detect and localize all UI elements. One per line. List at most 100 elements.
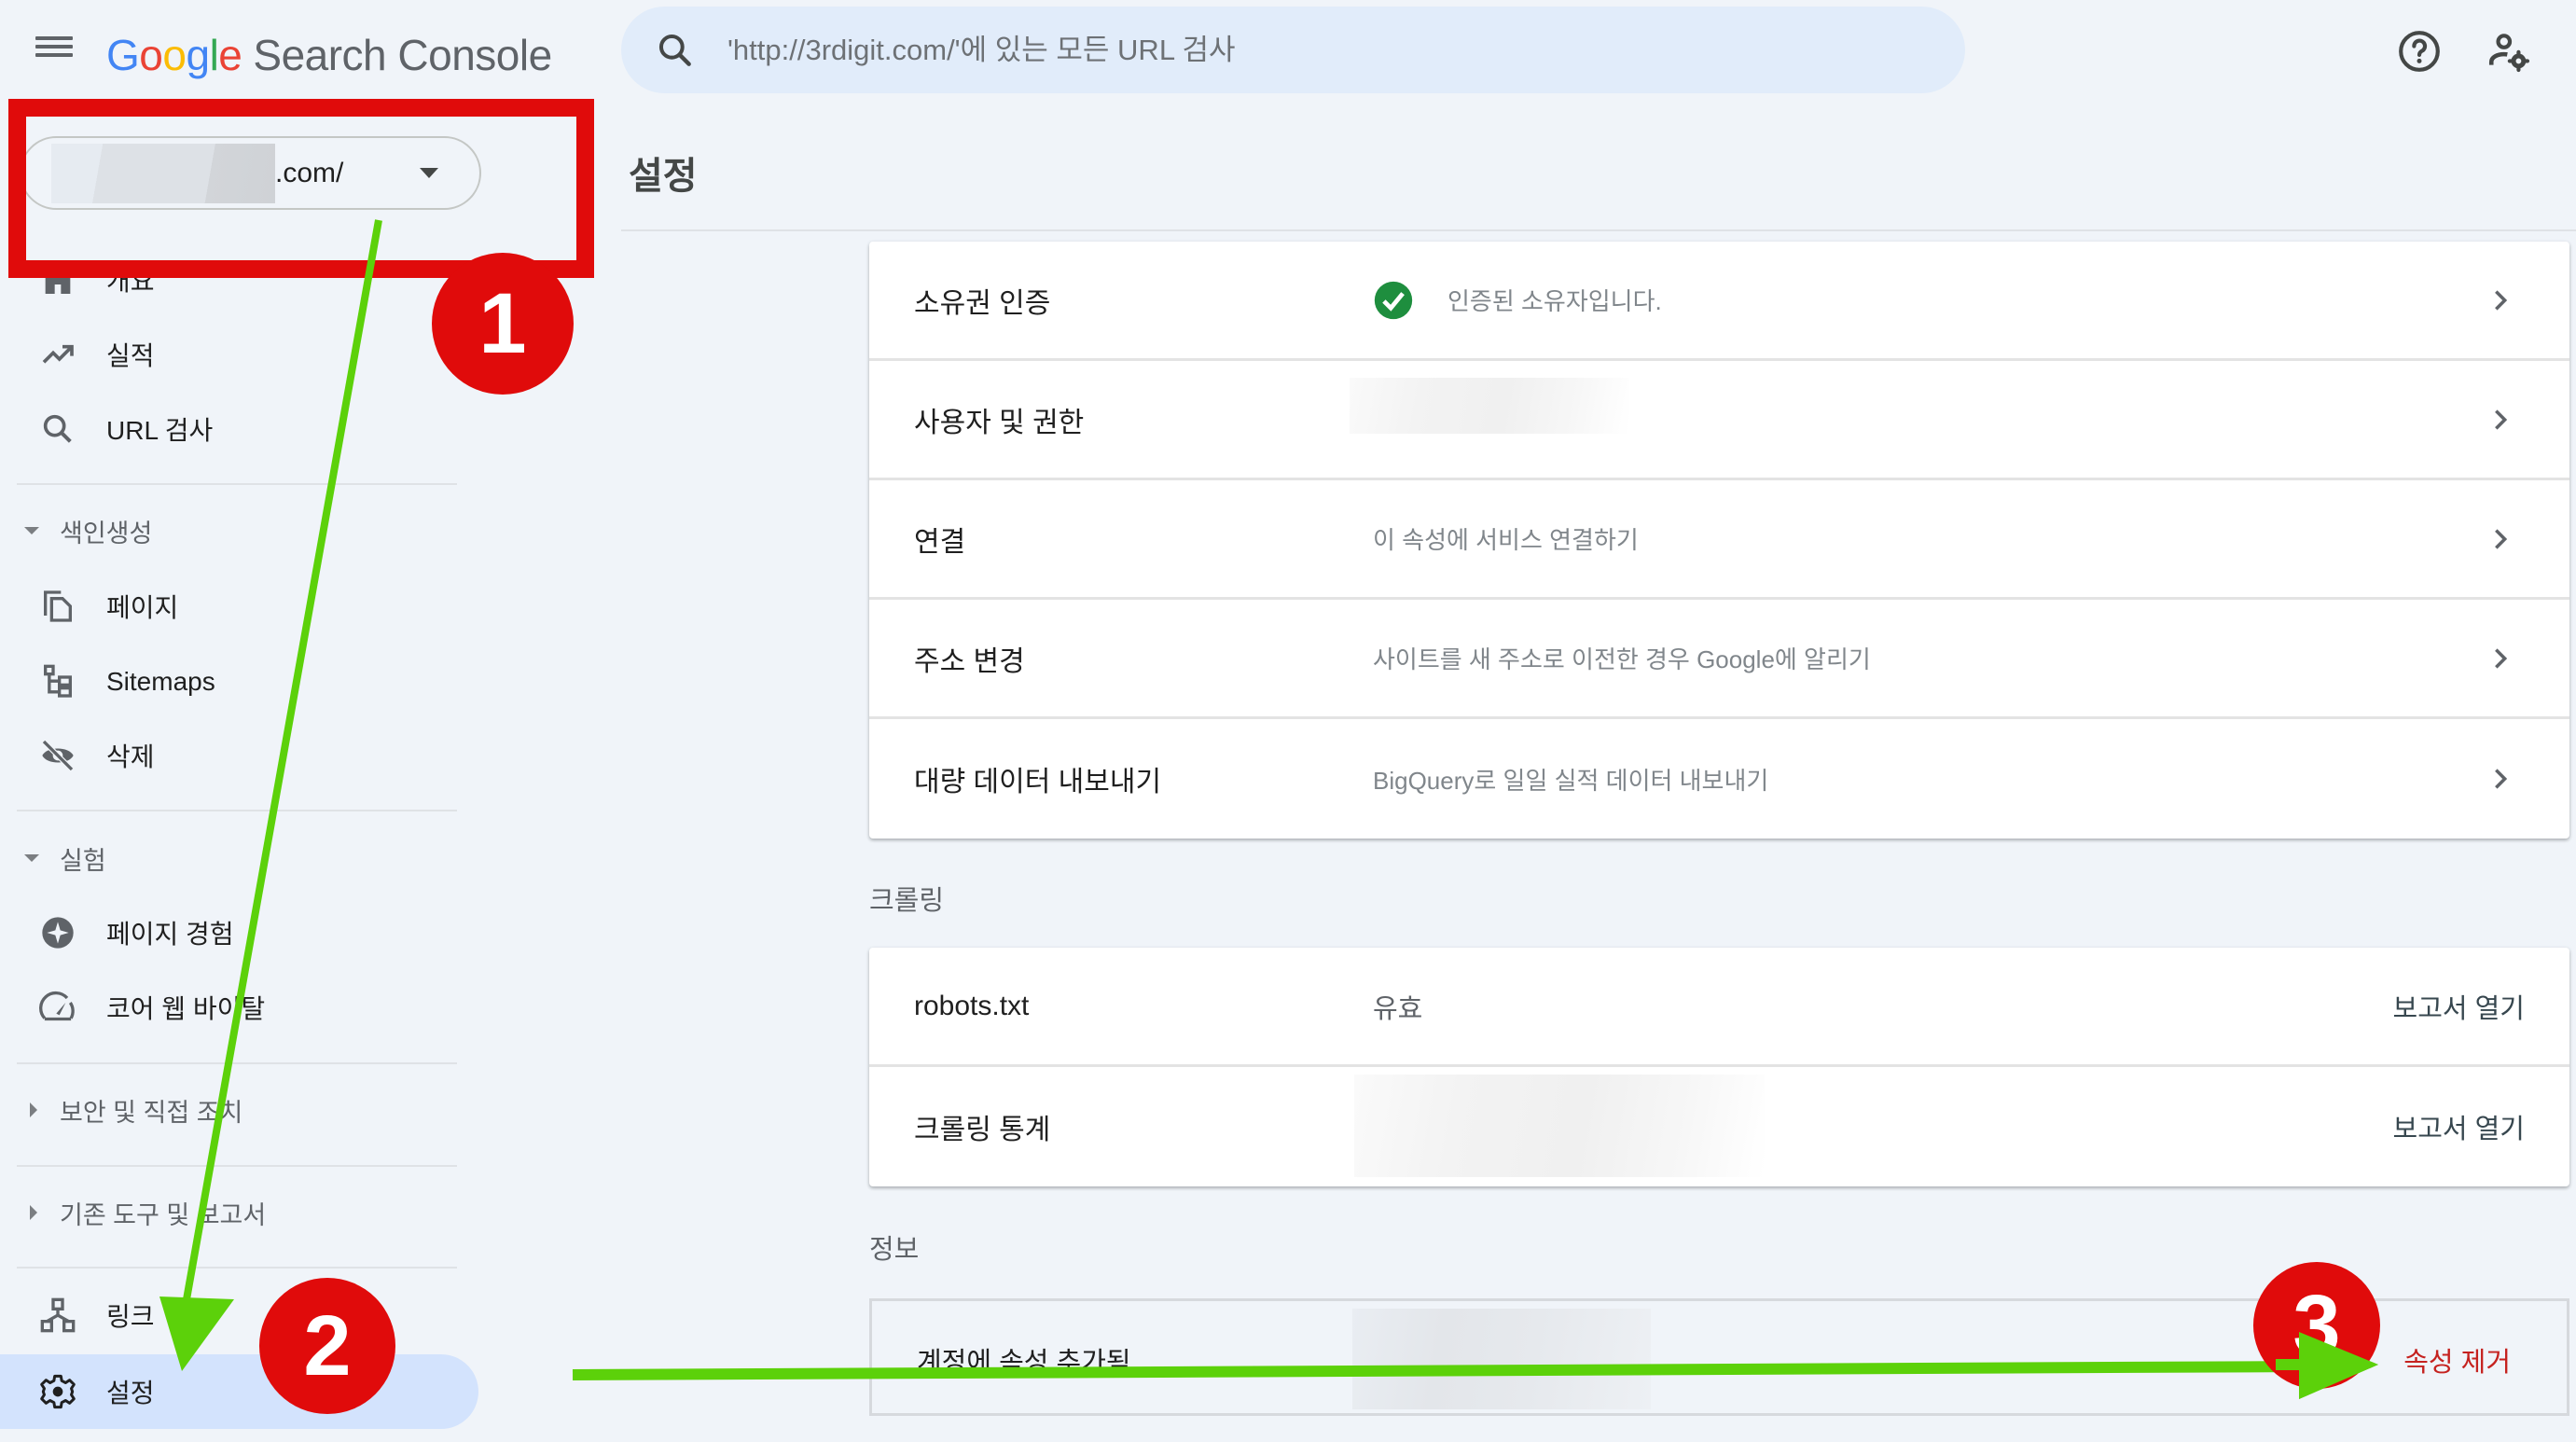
sidebar-item-label: 페이지	[106, 593, 179, 622]
settings-row-crawl-stats[interactable]: 크롤링 통계 보고서 열기	[869, 1067, 2569, 1186]
trending-up-icon	[42, 344, 74, 364]
page-title: 설정	[629, 156, 698, 197]
settings-row-robots-txt[interactable]: robots.txt 유효 보고서 열기	[869, 948, 2569, 1067]
settings-row-ownership-verification[interactable]: 소유권 인증 인증된 소유자입니다.	[869, 242, 2569, 361]
logo-letter: o	[162, 31, 187, 79]
logo-letter: g	[186, 31, 210, 79]
chevron-right-icon	[2495, 289, 2508, 311]
sidebar-item-label: 삭제	[106, 742, 155, 771]
expand-more-icon	[30, 1102, 37, 1117]
settings-gear-icon	[40, 1374, 76, 1409]
sidebar-item-page-experience[interactable]: 페이지 경험	[17, 895, 478, 970]
help-circle-icon[interactable]	[2396, 28, 2443, 75]
redacted-value	[1352, 1309, 1651, 1409]
info-section-heading: 정보	[869, 1235, 920, 1265]
settings-row-change-of-address[interactable]: 주소 변경 사이트를 새 주소로 이전한 경우 Google에 알리기	[869, 600, 2569, 719]
row-value: BigQuery로 일일 실적 데이터 내보내기	[1373, 766, 1769, 795]
section-label: 실험	[60, 846, 106, 875]
sidebar-item-settings[interactable]: 설정	[0, 1354, 478, 1429]
sidebar-item-label: 링크	[106, 1302, 155, 1331]
sidebar-divider	[17, 810, 457, 811]
crawling-section-heading: 크롤링	[869, 886, 945, 916]
row-label: 소유권 인증	[914, 287, 1051, 319]
verification-status: 인증된 소유자입니다.	[1447, 287, 1662, 315]
visibility-off-icon	[41, 739, 75, 772]
annotation-badge-1: 1	[432, 253, 574, 395]
sidebar-item-performance[interactable]: 실적	[17, 317, 478, 392]
sidebar-item-label: 페이지 경험	[106, 920, 234, 949]
sidebar-section-indexing[interactable]: 색인생성	[24, 503, 152, 559]
arrow-head-overlay	[2276, 1332, 2378, 1399]
check-circle-icon	[1374, 281, 1413, 319]
general-settings-card: 소유권 인증 인증된 소유자입니다. 사용자 및 권한 연결 이 속성에 서비스…	[869, 242, 2569, 839]
expand-more-icon	[30, 1205, 37, 1220]
pages-icon	[44, 590, 72, 622]
section-label: 색인생성	[60, 519, 153, 548]
section-label: 기존 도구 및 보고서	[60, 1200, 267, 1229]
title-divider	[621, 229, 2576, 231]
settings-row-users-permissions[interactable]: 사용자 및 권한	[869, 361, 2569, 480]
sidebar-item-label: 코어 웹 바이탈	[106, 994, 266, 1023]
chevron-right-icon	[2495, 647, 2508, 669]
annotation-highlight-box	[8, 99, 594, 278]
row-label: robots.txt	[914, 990, 1030, 1021]
hamburger-line	[35, 45, 73, 49]
row-value: 유효	[1373, 993, 1423, 1024]
links-icon	[40, 1297, 76, 1333]
row-label: 대량 데이터 내보내기	[914, 767, 1162, 797]
logo-letter: l	[209, 31, 219, 79]
hamburger-line	[35, 53, 73, 57]
sidebar-divider	[17, 1165, 457, 1167]
chevron-right-icon	[2495, 769, 2508, 789]
url-inspection-search-bar[interactable]	[621, 7, 1965, 93]
open-report-link[interactable]: 보고서 열기	[2393, 1107, 2525, 1146]
logo-letter: e	[218, 31, 242, 79]
expand-less-icon	[24, 527, 39, 534]
logo-letter: G	[106, 31, 140, 79]
expand-less-icon	[24, 854, 39, 862]
sidebar-item-label: Sitemaps	[106, 667, 215, 696]
sidebar-section-legacy[interactable]: 기존 도구 및 보고서	[24, 1185, 266, 1241]
chevron-right-icon	[2495, 409, 2508, 430]
info-label: 계정에 속성 추가됨	[917, 1348, 1131, 1378]
sidebar-section-security[interactable]: 보안 및 직접 조치	[24, 1082, 242, 1138]
redacted-value	[1354, 1075, 1765, 1177]
search-console-logo[interactable]: Google Search Console	[106, 22, 552, 88]
sidebar-item-links[interactable]: 링크	[17, 1278, 478, 1352]
row-value: 인증된 소유자입니다.	[1373, 280, 1662, 321]
chevron-right-icon	[2495, 528, 2508, 549]
sidebar-item-label: URL 검사	[106, 416, 214, 445]
main-menu-button[interactable]	[35, 32, 73, 69]
search-icon	[658, 34, 691, 66]
row-label: 주소 변경	[914, 645, 1025, 677]
sidebar-divider	[17, 483, 457, 485]
manage-accounts-icon[interactable]	[2486, 28, 2532, 75]
remove-property-button[interactable]: 속성 제거	[2403, 1340, 2511, 1380]
speed-gauge-icon	[39, 991, 75, 1021]
sidebar-item-pages[interactable]: 페이지	[17, 569, 478, 644]
sidebar-divider	[17, 1267, 457, 1269]
sidebar-section-experience[interactable]: 실험	[24, 830, 106, 886]
sidebar-divider	[17, 1062, 457, 1064]
page-experience-icon	[42, 917, 74, 949]
url-inspection-input[interactable]	[727, 33, 1965, 67]
logo-letter: o	[139, 31, 163, 79]
row-label: 연결	[914, 526, 966, 558]
sidebar-item-core-web-vitals[interactable]: 코어 웹 바이탈	[17, 970, 478, 1045]
settings-row-associations[interactable]: 연결 이 속성에 서비스 연결하기	[869, 480, 2569, 600]
sidebar-item-url-inspection[interactable]: URL 검사	[17, 392, 478, 466]
row-label: 사용자 및 권한	[914, 407, 1085, 438]
open-report-link[interactable]: 보고서 열기	[2393, 987, 2525, 1026]
redacted-value	[1350, 378, 1629, 434]
logo-product-name: Search Console	[253, 31, 552, 79]
section-label: 보안 및 직접 조치	[60, 1098, 243, 1127]
sidebar-item-removals[interactable]: 삭제	[17, 718, 478, 793]
crawling-card: robots.txt 유효 보고서 열기 크롤링 통계 보고서 열기	[869, 948, 2569, 1186]
settings-row-bulk-data-export[interactable]: 대량 데이터 내보내기 BigQuery로 일일 실적 데이터 내보내기	[869, 719, 2569, 839]
hamburger-menu-icon	[35, 36, 73, 40]
search-icon	[43, 414, 72, 443]
sidebar-item-label: 실적	[106, 341, 155, 370]
sidebar-item-sitemaps[interactable]: Sitemaps	[17, 645, 478, 719]
sidebar-item-label: 설정	[106, 1379, 155, 1407]
row-value: 사이트를 새 주소로 이전한 경우 Google에 알리기	[1373, 645, 1871, 673]
